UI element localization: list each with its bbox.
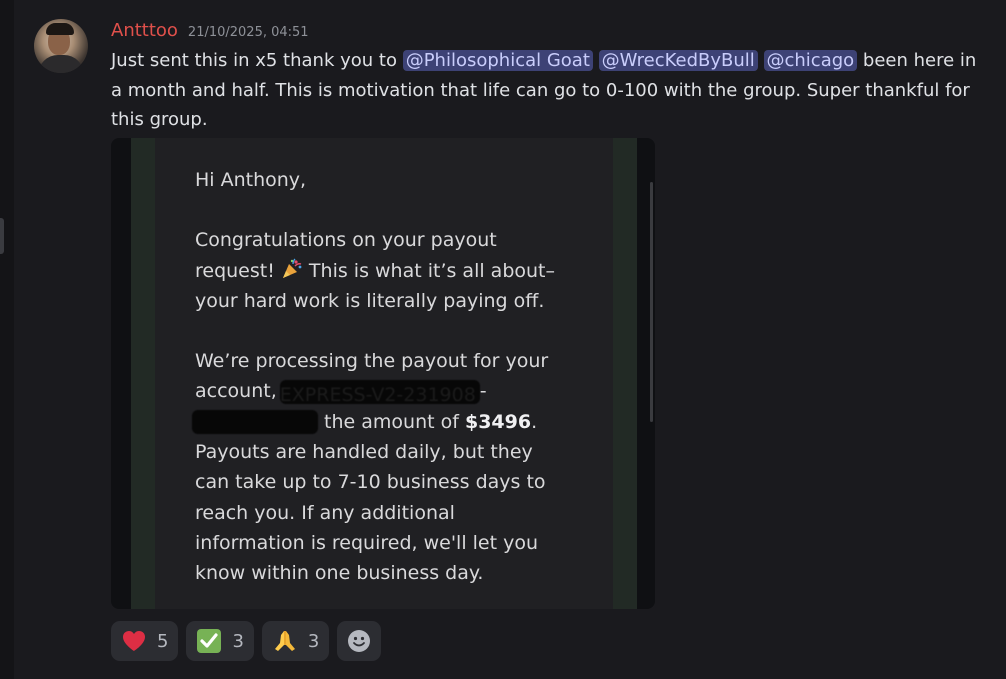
email-line: know within one business day. — [195, 562, 484, 585]
reactions-bar: 5 3 3 — [111, 621, 382, 661]
reaction-heart[interactable]: 5 — [111, 621, 179, 661]
email-text-fragment: This is what it’s all about– — [302, 259, 555, 282]
redacted-account-id: EXPRESS-V2-231908 — [279, 379, 480, 406]
attachment-scrollbar — [650, 182, 653, 422]
reaction-pray[interactable]: 3 — [261, 621, 330, 661]
email-line: the amount of $3496. — [192, 407, 595, 437]
reaction-count: 3 — [232, 630, 244, 652]
message-line-2: a month and half. This is motivation tha… — [111, 79, 970, 101]
heart-icon — [121, 628, 147, 654]
email-line: request! This is what it’s all about– — [195, 256, 595, 286]
reaction-count: 3 — [307, 630, 320, 652]
email-text-fragment: the amount of — [318, 410, 465, 433]
attachment-left-border — [131, 138, 155, 609]
email-line: can take up to 7-10 business days to — [195, 471, 546, 494]
avatar-shirt — [38, 55, 84, 73]
smiley-icon — [346, 628, 372, 654]
email-line: your hard work is literally paying off. — [195, 289, 545, 312]
email-line: Congratulations on your payout — [195, 229, 497, 252]
email-line: information is required, we'll let you — [195, 531, 539, 554]
email-line: We’re processing the payout for your — [195, 350, 549, 373]
message-body: Just sent this in x5 thank you to @Philo… — [111, 46, 1006, 135]
username[interactable]: Antttoo — [111, 20, 178, 41]
mention-philosophical-goat[interactable]: @Philosophical Goat — [402, 50, 593, 71]
image-attachment[interactable]: Hi Anthony, Congratulations on your payo… — [111, 138, 655, 609]
message-line-3: this group. — [111, 109, 208, 130]
email-text: Hi Anthony, Congratulations on your payo… — [192, 165, 595, 589]
message-header: Antttoo 21/10/2025, 04:51 — [111, 20, 309, 41]
check-mark-icon — [196, 628, 222, 654]
email-text-fragment: . — [531, 410, 538, 433]
mention-chicago[interactable]: @chicago — [763, 50, 858, 71]
attachment-right-border — [613, 138, 637, 609]
avatar[interactable] — [34, 19, 88, 73]
party-popper-icon — [281, 258, 303, 280]
email-line: reach you. If any additional — [195, 501, 455, 524]
message-text: been here in — [862, 50, 977, 71]
sidebar-edge — [0, 0, 14, 679]
email-line: Payouts are handled daily, but they — [195, 441, 533, 464]
mention-wreckedbybull[interactable]: @WrecKedByBull — [598, 50, 758, 71]
chat-window: Antttoo 21/10/2025, 04:51 Just sent this… — [0, 0, 1006, 679]
message-line-1: Just sent this in x5 thank you to @Philo… — [111, 46, 1006, 76]
server-indicator — [0, 218, 4, 254]
email-text-fragment: request! — [195, 259, 281, 282]
message-text: Just sent this in x5 thank you to — [111, 50, 403, 71]
redacted-block — [192, 410, 318, 435]
email-line: account, EXPRESS-V2-231908- — [195, 376, 595, 406]
email-text-fragment: - — [479, 380, 487, 403]
timestamp: 21/10/2025, 04:51 — [187, 25, 309, 40]
reaction-check[interactable]: 3 — [186, 621, 254, 661]
avatar-hair — [46, 23, 74, 35]
folded-hands-icon — [272, 628, 298, 654]
add-reaction-button[interactable] — [337, 621, 382, 661]
email-greeting: Hi Anthony, — [195, 169, 307, 191]
payout-amount: $3496 — [464, 410, 532, 433]
reaction-count: 5 — [157, 630, 169, 652]
email-text-fragment: account, — [195, 380, 283, 403]
